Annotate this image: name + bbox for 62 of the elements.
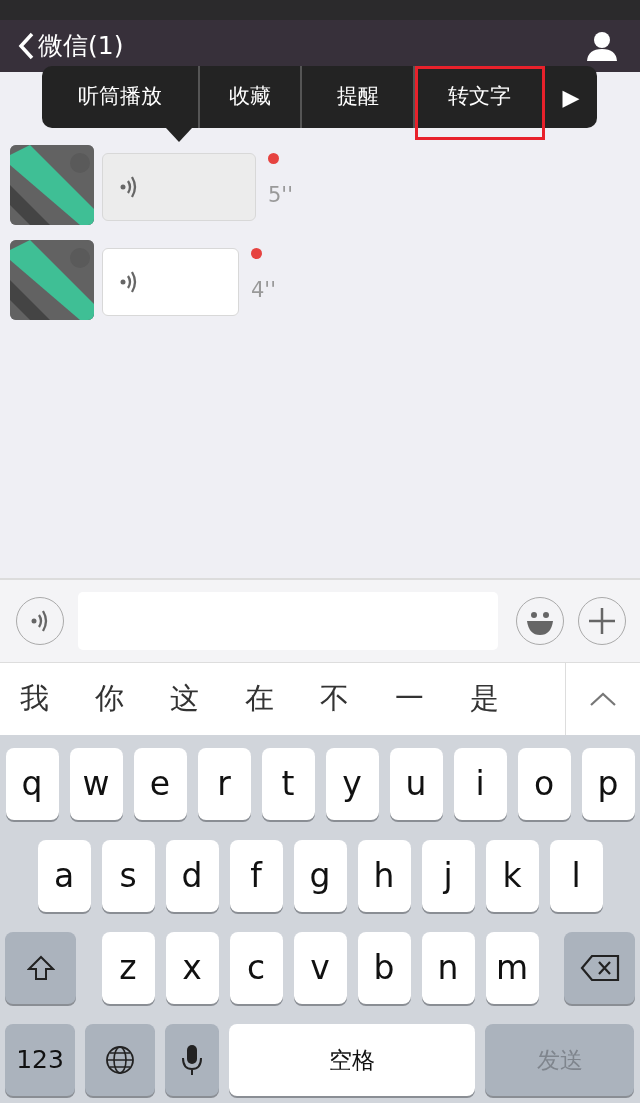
back-chevron-icon [18,32,34,60]
letter-key[interactable]: x [165,932,219,1004]
letter-key[interactable]: m [485,932,539,1004]
letter-key[interactable]: t [261,748,315,820]
candidate-word[interactable]: 你 [95,677,170,721]
letter-key[interactable]: i [453,748,507,820]
candidate-word[interactable]: 一 [395,677,470,721]
more-button[interactable]: ▶ [545,66,597,128]
mic-key[interactable] [165,1024,219,1096]
back-button[interactable]: 微信(1) [18,27,124,65]
letter-key[interactable]: u [389,748,443,820]
letter-key[interactable]: e [133,748,187,820]
plus-icon [587,606,617,636]
menu-item[interactable]: 听筒播放 [42,66,200,128]
letter-key[interactable]: l [549,840,603,912]
delete-key[interactable] [564,932,635,1004]
menu-item[interactable]: 提醒 [302,66,415,128]
letter-key[interactable]: q [5,748,59,820]
letter-key[interactable]: d [165,840,219,912]
candidate-word[interactable]: 我 [20,677,95,721]
letter-key[interactable]: o [517,748,571,820]
letter-key[interactable]: k [485,840,539,912]
letter-key[interactable]: s [101,840,155,912]
candidate-word[interactable]: 是 [470,677,545,721]
delete-icon [579,954,620,982]
menu-item[interactable]: 收藏 [200,66,302,128]
letter-key[interactable]: g [293,840,347,912]
globe-key[interactable] [85,1024,155,1096]
voice-icon [30,608,50,634]
mic-icon [181,1043,203,1077]
letter-key[interactable]: n [421,932,475,1004]
voice-duration: 4'' [251,277,276,304]
caret-up-icon [589,691,617,707]
space-key[interactable]: 空格 [229,1024,475,1096]
letter-key[interactable]: h [357,840,411,912]
back-label[interactable]: 微信(1) [38,27,124,65]
letter-key[interactable]: a [37,840,91,912]
menu-item[interactable]: 转文字 [415,66,545,140]
voice-wave-icon [119,269,139,295]
person-icon[interactable] [586,31,618,61]
add-button[interactable] [578,597,626,645]
candidate-word[interactable]: 这 [170,677,245,721]
candidate-word[interactable]: 在 [245,677,320,721]
letter-key[interactable]: y [325,748,379,820]
letter-key[interactable]: z [101,932,155,1004]
emoji-button[interactable] [516,597,564,645]
letter-key[interactable]: p [581,748,635,820]
letter-key[interactable]: f [229,840,283,912]
voice-duration: 5'' [268,182,293,209]
voice-wave-icon [119,174,139,200]
letter-key[interactable]: c [229,932,283,1004]
letter-key[interactable]: w [69,748,123,820]
letter-key[interactable]: j [421,840,475,912]
numbers-key[interactable]: 123 [5,1024,75,1096]
voice-button[interactable] [16,597,64,645]
globe-icon [105,1045,135,1075]
candidate-word[interactable]: 不 [320,677,395,721]
letter-key[interactable]: r [197,748,251,820]
letter-key[interactable]: v [293,932,347,1004]
letter-key[interactable]: b [357,932,411,1004]
shift-icon [26,954,55,982]
shift-key[interactable] [5,932,76,1004]
